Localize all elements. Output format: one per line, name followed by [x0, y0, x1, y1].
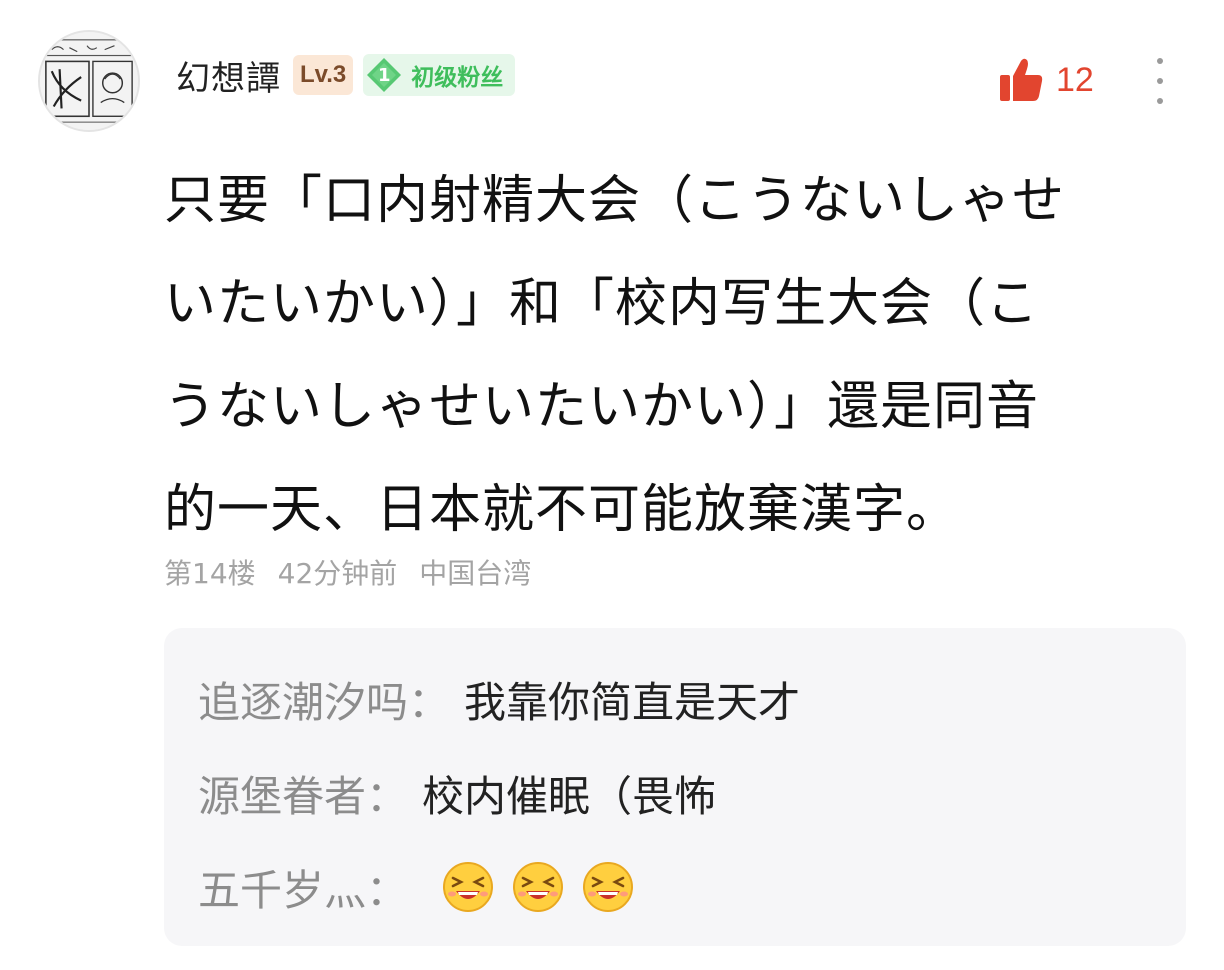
username[interactable]: 幻想譚 — [176, 51, 281, 100]
comment-body-line: うないしゃせいたいかい）」還是同音 — [164, 377, 1040, 437]
comment-card: 幻想譚 Lv.3 1 初级粉丝 12 只要「口内射精大会（こうないしゃせ いたい… — [0, 0, 1224, 970]
fan-title: 初级粉丝 — [411, 65, 504, 91]
reply-preview[interactable]: 追逐潮汐吗 ： 我靠你简直是天才 源堡眷者 ： 校内催眠（畏怖 五千岁灬 ： — [164, 628, 1186, 946]
like-count: 12 — [1056, 60, 1094, 99]
laughing-emoji-icon — [513, 862, 564, 912]
fan-badge[interactable]: 1 初级粉丝 — [363, 54, 516, 96]
reply-item[interactable]: 追逐潮汐吗 ： 我靠你简直是天才 — [198, 652, 1186, 746]
reply-item[interactable]: 源堡眷者 ： 校内催眠（畏怖 — [198, 746, 1186, 840]
reply-emojis — [442, 861, 634, 913]
reply-text: 校内催眠（畏怖 — [422, 771, 717, 821]
reply-separator: ： — [408, 677, 451, 727]
reply-item[interactable]: 五千岁灬 ： — [198, 840, 1186, 934]
avatar[interactable] — [38, 30, 140, 132]
post-time: 42分钟前 — [277, 557, 398, 590]
reply-author[interactable]: 追逐潮汐吗 — [198, 669, 408, 730]
fan-level: 1 — [377, 64, 391, 86]
laughing-emoji-icon — [583, 862, 634, 912]
level-badge: Lv.3 — [293, 55, 354, 95]
reply-author[interactable]: 源堡眷者 — [198, 763, 366, 824]
fan-diamond-icon: 1 — [365, 56, 403, 94]
avatar-sketch-image — [40, 32, 138, 130]
comment-body-line: 的一天、日本就不可能放棄漢字。 — [164, 480, 960, 540]
reply-text: 我靠你简直是天才 — [464, 677, 801, 727]
comment-body-line: 只要「口内射精大会（こうないしゃせ — [164, 171, 1066, 231]
laughing-emoji-icon — [443, 862, 494, 912]
comment-header: 幻想譚 Lv.3 1 初级粉丝 — [176, 50, 516, 100]
comment-body-line: いたいかい）」和「校内写生大会（こ — [164, 274, 1040, 334]
comment-body: 只要「口内射精大会（こうないしゃせ いたいかい）」和「校内写生大会（こ うないし… — [164, 150, 1164, 562]
thumbs-up-icon — [1000, 58, 1043, 101]
reply-separator: ： — [366, 771, 409, 821]
ip-location: 中国台湾 — [419, 557, 532, 590]
reply-separator: ： — [366, 865, 409, 915]
comment-meta: 第14楼 42分钟前 中国台湾 — [164, 552, 553, 592]
floor-number: 第14楼 — [164, 557, 256, 590]
more-vertical-icon[interactable] — [1150, 58, 1170, 104]
reply-author[interactable]: 五千岁灬 — [198, 857, 366, 918]
like-button[interactable]: 12 — [996, 54, 1094, 106]
